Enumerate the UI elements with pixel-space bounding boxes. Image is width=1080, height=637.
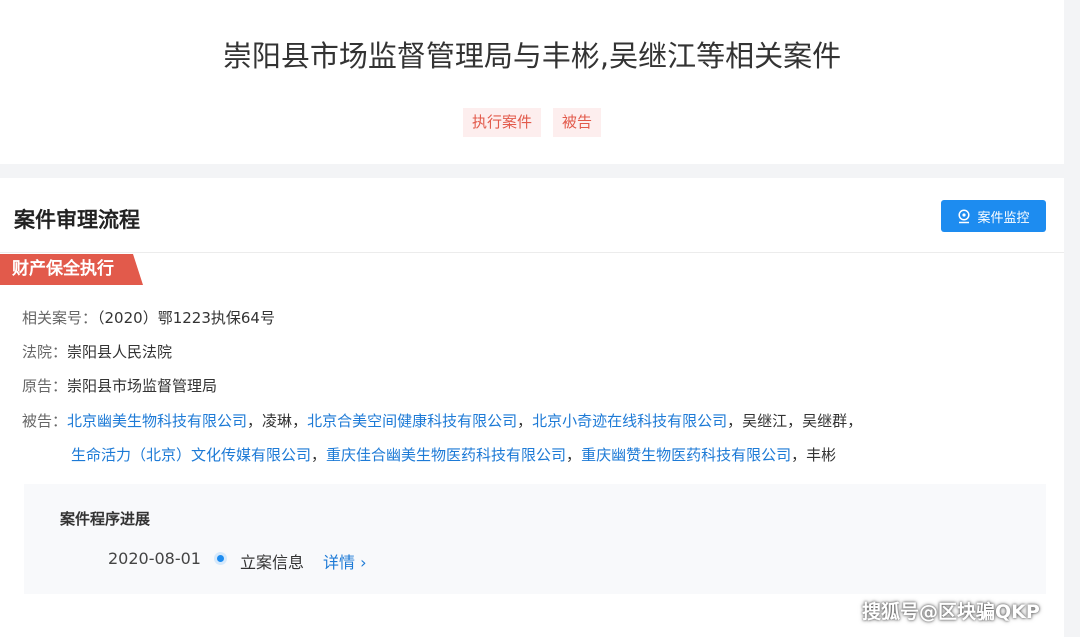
case-number-value: （2020）鄂1223执保64号 <box>97 309 275 327</box>
case-title: 崇阳县市场监督管理局与丰彬,吴继江等相关案件 <box>222 39 842 73</box>
location-pin-icon <box>958 208 971 223</box>
watermark: 搜狐号@区块骗QKP <box>862 601 1040 623</box>
plaintiff-label: 原告： <box>22 377 68 395</box>
stage-badge: 财产保全执行 <box>0 254 143 285</box>
separator: ， <box>247 412 263 430</box>
case-monitor-label: 案件监控 <box>977 210 1030 226</box>
defendant-company-link[interactable]: 生命活力（北京）文化传媒有限公司 <box>71 446 311 464</box>
case-process-card: 案件审理流程 案件监控 财产保全执行 相关案号：（2020）鄂1223执保64号… <box>0 178 1064 637</box>
divider <box>0 252 1064 253</box>
defendant-company-link[interactable]: 北京合美空间健康科技有限公司 <box>307 412 517 430</box>
defendant-label: 被告： <box>22 412 68 430</box>
case-number-label: 相关案号： <box>22 309 98 327</box>
separator: ， <box>791 446 807 464</box>
separator: ， <box>727 412 743 430</box>
court-row: 法院：崇阳县人民法院 <box>22 341 172 362</box>
separator: ， <box>517 412 533 430</box>
court-value: 崇阳县人民法院 <box>67 343 173 361</box>
defendant-row: 被告：北京幽美生物科技有限公司，凌琳，北京合美空间健康科技有限公司，北京小奇迹在… <box>22 410 862 431</box>
separator: ， <box>787 412 803 430</box>
defendant-company-link[interactable]: 重庆幽赞生物医药科技有限公司 <box>581 446 791 464</box>
defendant-list-line-1: 北京幽美生物科技有限公司，凌琳，北京合美空间健康科技有限公司，北京小奇迹在线科技… <box>67 412 862 430</box>
separator: ， <box>847 412 863 430</box>
tag-execution-case: 执行案件 <box>462 108 541 137</box>
tag-defendant: 被告 <box>553 108 602 137</box>
plaintiff-value: 崇阳县市场监督管理局 <box>67 377 218 395</box>
defendant-row-continued: 生命活力（北京）文化传媒有限公司，重庆佳合幽美生物医药科技有限公司，重庆幽赞生物… <box>71 444 836 465</box>
progress-detail-link[interactable]: 详情 › <box>323 549 367 573</box>
timeline-dot <box>217 555 224 562</box>
progress-title: 案件程序进展 <box>60 510 151 528</box>
defendant-company-link[interactable]: 北京小奇迹在线科技有限公司 <box>532 412 727 430</box>
defendant-person: 吴继群 <box>802 412 848 430</box>
defendant-person: 吴继江 <box>742 412 788 430</box>
case-monitor-button[interactable]: 案件监控 <box>941 200 1046 232</box>
case-header: 崇阳县市场监督管理局与丰彬,吴继江等相关案件 执行案件 被告 <box>0 0 1064 164</box>
separator: ， <box>311 446 327 464</box>
defendant-person: 凌琳 <box>262 412 293 430</box>
case-number-row: 相关案号：（2020）鄂1223执保64号 <box>22 307 275 328</box>
defendant-person: 丰彬 <box>806 446 837 464</box>
case-progress-panel: 案件程序进展 2020-08-01 立案信息 详情 › <box>24 484 1046 594</box>
plaintiff-row: 原告：崇阳县市场监督管理局 <box>22 375 217 396</box>
case-tags: 执行案件 被告 <box>0 108 1064 137</box>
defendant-company-link[interactable]: 重庆佳合幽美生物医药科技有限公司 <box>326 446 566 464</box>
progress-event: 立案信息 <box>240 553 305 572</box>
progress-date: 2020-08-01 <box>108 549 201 568</box>
section-title: 案件审理流程 <box>14 208 140 232</box>
separator: ， <box>292 412 308 430</box>
separator: ， <box>566 446 582 464</box>
court-label: 法院： <box>22 343 68 361</box>
defendant-company-link[interactable]: 北京幽美生物科技有限公司 <box>67 412 247 430</box>
defendant-list-line-2: 生命活力（北京）文化传媒有限公司，重庆佳合幽美生物医药科技有限公司，重庆幽赞生物… <box>71 446 836 464</box>
